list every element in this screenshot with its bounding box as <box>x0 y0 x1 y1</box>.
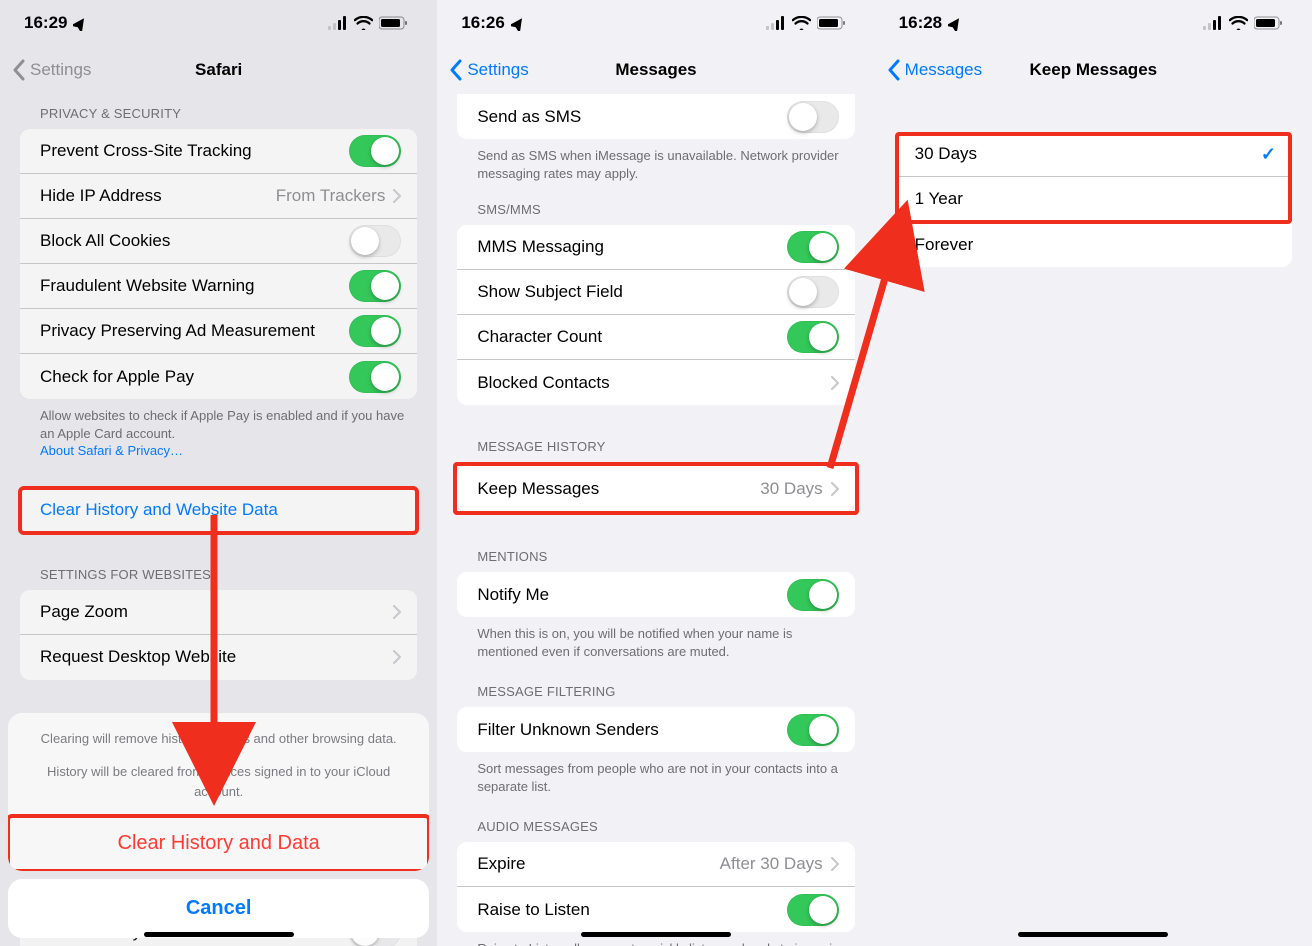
section-header-smsmms: SMS/MMS <box>437 196 874 225</box>
send-sms-footer: Send as SMS when iMessage is unavailable… <box>437 139 874 182</box>
scroll-area[interactable]: 30 Days ✓ 1 Year Forever <box>875 94 1312 946</box>
keep-options-group: 30 Days ✓ 1 Year Forever <box>895 132 1292 267</box>
chevron-right-icon <box>831 376 839 390</box>
row-label: Keep Messages <box>477 479 599 499</box>
wifi-icon <box>1229 16 1248 30</box>
back-button[interactable]: Settings <box>449 59 528 81</box>
checkmark-icon: ✓ <box>1261 144 1276 165</box>
row-expire[interactable]: Expire After 30 Days <box>457 842 854 887</box>
row-char-count[interactable]: Character Count <box>457 315 854 360</box>
chevron-left-icon <box>449 59 463 81</box>
back-label: Messages <box>905 60 982 80</box>
keep-messages-highlight: Keep Messages 30 Days <box>453 462 858 515</box>
row-keep-messages[interactable]: Keep Messages 30 Days <box>457 466 854 511</box>
battery-icon <box>1254 16 1284 30</box>
row-label: Filter Unknown Senders <box>477 720 658 740</box>
phone-messages: 16:26 Settings Messages Send as SMS Send… <box>437 0 874 946</box>
row-value: 30 Days <box>760 479 824 499</box>
row-label: MMS Messaging <box>477 237 604 257</box>
section-header-history: MESSAGE HISTORY <box>437 433 874 462</box>
clear-history-and-data-button[interactable]: Clear History and Data <box>8 816 429 871</box>
row-label: Expire <box>477 854 525 874</box>
toggle-notify-me[interactable] <box>787 579 839 611</box>
row-label: 30 Days <box>915 144 977 164</box>
row-label: 1 Year <box>915 189 963 209</box>
sheet-msg-2: History will be cleared from devices sig… <box>30 762 407 801</box>
status-bar: 16:28 <box>875 0 1312 46</box>
status-bar: 16:26 <box>437 0 874 46</box>
home-indicator <box>1018 932 1168 937</box>
mentions-group: Notify Me <box>457 572 854 617</box>
status-time: 16:28 <box>899 13 942 33</box>
history-group: Keep Messages 30 Days <box>457 466 854 511</box>
row-filter-unknown[interactable]: Filter Unknown Senders <box>457 707 854 752</box>
row-send-sms[interactable]: Send as SMS <box>457 94 854 139</box>
chevron-right-icon <box>831 857 839 871</box>
home-indicator <box>144 932 294 937</box>
toggle-mms[interactable] <box>787 231 839 263</box>
toggle-char-count[interactable] <box>787 321 839 353</box>
nav-bar: Settings Messages <box>437 46 874 94</box>
filtering-group: Filter Unknown Senders <box>457 707 854 752</box>
section-header-mentions: MENTIONS <box>437 543 874 572</box>
action-sheet-message: Clearing will remove history, cookies an… <box>8 713 429 817</box>
row-subject-field[interactable]: Show Subject Field <box>457 270 854 315</box>
scroll-area[interactable]: Send as SMS Send as SMS when iMessage is… <box>437 94 874 946</box>
action-sheet-card: Clearing will remove history, cookies an… <box>8 713 429 872</box>
section-header-filtering: MESSAGE FILTERING <box>437 678 874 707</box>
status-time: 16:26 <box>461 13 504 33</box>
option-1-year[interactable]: 1 Year <box>895 177 1292 222</box>
row-label: Blocked Contacts <box>477 373 609 393</box>
send-sms-group: Send as SMS <box>457 94 854 139</box>
smsmms-group: MMS Messaging Show Subject Field Charact… <box>457 225 854 405</box>
row-label: Character Count <box>477 327 602 347</box>
filtering-footer: Sort messages from people who are not in… <box>437 752 874 795</box>
phone-keep-messages: 16:28 Messages Keep Messages 30 Days ✓ 1… <box>875 0 1312 946</box>
toggle-raise-to-listen[interactable] <box>787 894 839 926</box>
row-mms[interactable]: MMS Messaging <box>457 225 854 270</box>
cellular-icon <box>1201 16 1223 30</box>
back-button[interactable]: Messages <box>887 59 982 81</box>
toggle-send-sms[interactable] <box>787 101 839 133</box>
sheet-msg-1: Clearing will remove history, cookies an… <box>30 729 407 749</box>
section-header-audio: AUDIO MESSAGES <box>437 813 874 842</box>
option-30-days[interactable]: 30 Days ✓ <box>895 132 1292 177</box>
chevron-left-icon <box>887 59 901 81</box>
toggle-filter-unknown[interactable] <box>787 714 839 746</box>
audio-group: Expire After 30 Days Raise to Listen <box>457 842 854 932</box>
mentions-footer: When this is on, you will be notified wh… <box>437 617 874 660</box>
chevron-right-icon <box>831 482 839 496</box>
row-blocked-contacts[interactable]: Blocked Contacts <box>457 360 854 405</box>
row-value: After 30 Days <box>720 854 825 874</box>
wifi-icon <box>792 16 811 30</box>
location-icon <box>948 16 962 30</box>
location-icon <box>511 16 525 30</box>
row-raise-to-listen[interactable]: Raise to Listen <box>457 887 854 932</box>
battery-icon <box>817 16 847 30</box>
row-label: Forever <box>915 235 974 255</box>
row-label: Show Subject Field <box>477 282 623 302</box>
cellular-icon <box>764 16 786 30</box>
toggle-subject-field[interactable] <box>787 276 839 308</box>
row-notify-me[interactable]: Notify Me <box>457 572 854 617</box>
nav-bar: Messages Keep Messages <box>875 46 1312 94</box>
action-sheet: Clearing will remove history, cookies an… <box>8 713 429 939</box>
row-label: Send as SMS <box>477 107 581 127</box>
home-indicator <box>581 932 731 937</box>
row-label: Notify Me <box>477 585 549 605</box>
row-label: Raise to Listen <box>477 900 589 920</box>
phone-safari: 16:29 Settings Safari PRIVACY & SECURITY… <box>0 0 437 946</box>
cancel-button[interactable]: Cancel <box>8 879 429 938</box>
back-label: Settings <box>467 60 528 80</box>
option-forever[interactable]: Forever <box>895 222 1292 267</box>
